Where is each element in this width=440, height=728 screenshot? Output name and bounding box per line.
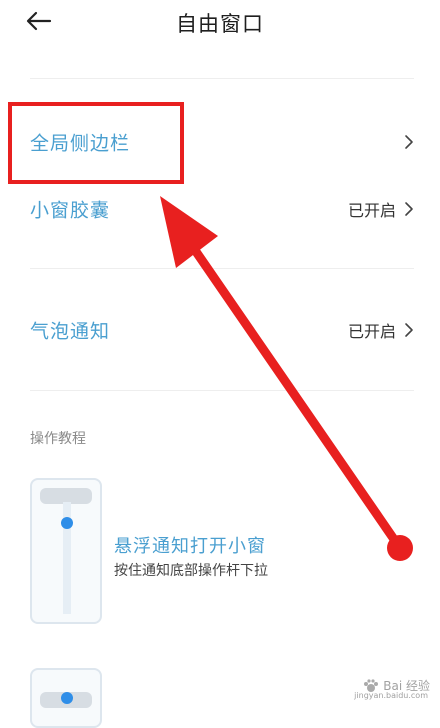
row-right [396,134,414,150]
tutorial-card[interactable]: 悬浮通知打开小窗 按住通知底部操作杆下拉 [30,478,414,628]
setting-label: 气泡通知 [30,320,111,343]
chevron-right-icon [405,135,413,149]
setting-row-mini-window-capsule[interactable]: 小窗胶囊 已开启 [30,187,414,231]
setting-row-global-sidebar[interactable]: 全局侧边栏 [30,120,414,164]
phone-notification-illustration [40,488,92,614]
divider [30,78,414,79]
row-right: 已开启 [348,197,414,221]
row-right: 已开启 [348,318,414,342]
tutorial-title: 悬浮通知打开小窗 [114,536,266,557]
chevron-right-icon [405,323,413,337]
chevron-right-icon [405,202,413,216]
phone-illustration [30,478,102,624]
phone-illustration [30,668,102,728]
watermark-subtext: jingyan.baidu.com [354,691,428,700]
setting-status: 已开启 [347,201,396,220]
setting-label: 小窗胶囊 [30,199,111,222]
setting-row-bubble-notification[interactable]: 气泡通知 已开启 [30,308,414,352]
divider [30,390,414,391]
divider [30,268,414,269]
section-label-tutorial: 操作教程 [30,431,86,447]
setting-label: 全局侧边栏 [30,132,131,155]
tutorial-description: 按住通知底部操作杆下拉 [114,563,268,579]
phone-illustration-partial [40,692,92,708]
header: 自由窗口 [0,0,440,60]
page-title: 自由窗口 [176,12,264,36]
setting-status: 已开启 [347,322,396,341]
